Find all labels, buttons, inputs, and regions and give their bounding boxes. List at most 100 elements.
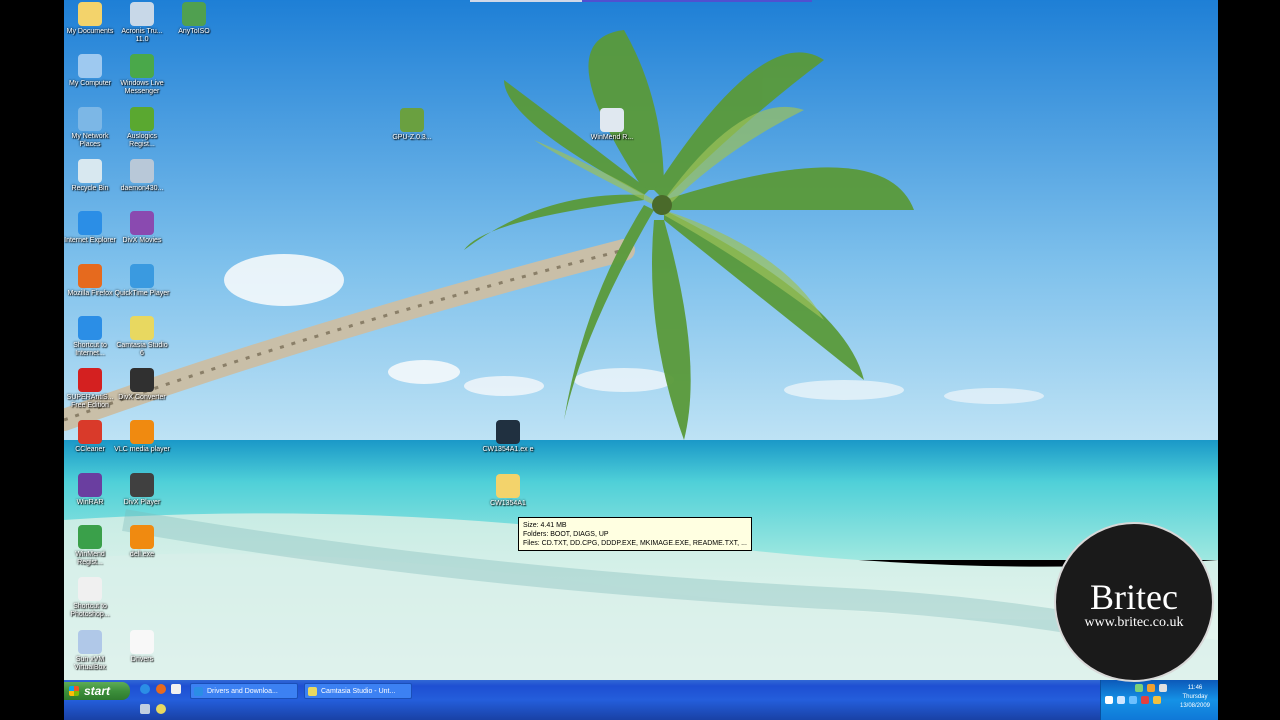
desktop-icon[interactable]: Windows Live Messenger [114, 54, 170, 96]
file-tooltip: Size: 4.41 MB Folders: BOOT, DIAGS, UP F… [518, 517, 752, 551]
clock[interactable]: 11:46 Thursday 13/08/2009 [1175, 684, 1215, 711]
desktop-icon-label: My Network Places [71, 132, 109, 148]
desktop-icon-label: WinMend R... [590, 134, 634, 141]
antivirus-tray-icon[interactable] [1147, 684, 1155, 692]
desktop-icon[interactable]: CCleaner [64, 420, 118, 454]
desktop-icon[interactable]: Shortcut to Photoshop... [64, 577, 118, 619]
desktop-icon-label: Internet Explorer [64, 237, 116, 245]
desktop-icon[interactable]: DivX Converter [114, 368, 170, 402]
desktop-icon-label: daemon430... [120, 184, 164, 192]
system-tray: 11:46 Thursday 13/08/2009 [1100, 680, 1218, 720]
clock-time: 11:46 [1187, 685, 1203, 691]
desktop-icon-label: GPU-Z.0.3... [392, 134, 432, 141]
windows-flag-icon [69, 686, 79, 696]
my-computer-icon [78, 54, 102, 79]
desktop-icon[interactable]: Camtasia Studio 6 [114, 315, 170, 358]
quick-launch-network-icon[interactable] [140, 704, 150, 714]
ie-task-icon [194, 687, 203, 696]
desktop-icon[interactable]: Shortcut to Internet... [64, 315, 118, 358]
divx-movies-icon [130, 211, 154, 236]
anytoiso-icon [182, 2, 206, 26]
quick-launch-ie-icon[interactable] [140, 684, 150, 694]
desktop-icon[interactable]: My Network Places [64, 106, 118, 149]
desktop-screen: Size: 4.41 MB Folders: BOOT, DIAGS, UP F… [64, 0, 1218, 720]
desktop-icon-label: AnyToISO [178, 28, 210, 35]
internet-shortcut-icon [78, 315, 102, 340]
desktop-icon[interactable]: Auslogics Regist... [114, 106, 170, 149]
desktop-icon-label: WinMend Regist... [75, 551, 105, 566]
desktop-icon[interactable]: Drivers [114, 629, 170, 664]
volume-tray-icon[interactable] [1159, 684, 1167, 692]
desktop-icon-label: Recycle Bin [71, 184, 109, 192]
desktop-icon[interactable]: Sun xVM VirtualBox [64, 629, 118, 672]
taskbar-button[interactable]: Camtasia Studio - Unt... [304, 683, 412, 699]
desktop-icon[interactable]: Internet Explorer [64, 211, 118, 245]
shield-tray-icon[interactable] [1153, 696, 1161, 704]
desktop-icon[interactable]: SUPERAntiS... Free Edition [64, 368, 118, 410]
desktop-icon-label: CCleaner [75, 446, 105, 454]
daemon-tools-icon [130, 158, 154, 183]
acronis-icon [130, 2, 154, 26]
desktop-icon[interactable]: WinMend Regist... [64, 525, 118, 567]
alert-tray-icon[interactable] [1141, 696, 1149, 704]
security-tray-icon[interactable] [1129, 696, 1137, 704]
ccleaner-icon [78, 420, 102, 445]
desktop-icon[interactable]: DivX Player [114, 472, 170, 507]
photoshop-shortcut-icon [78, 577, 102, 602]
desktop-icon[interactable]: WinRAR [64, 472, 118, 507]
winmend-icon [600, 108, 624, 132]
desktop-icon-label: QuickTime Player [114, 289, 170, 297]
watermark-url: www.britec.co.uk [1084, 615, 1184, 630]
network-tray-icon[interactable] [1117, 696, 1125, 704]
top-window-edge-active [582, 0, 812, 2]
tooltip-files: Files: CD.TXT, DD.CPG, DDDP.EXE, MKIMAGE… [523, 540, 747, 547]
superantispyware-icon [78, 368, 102, 393]
desktop-icon-label: My Computer [68, 80, 111, 88]
britec-watermark: Britec www.britec.co.uk [1054, 522, 1214, 682]
desktop-icon-label: SUPERAntiS... Free Edition [66, 394, 114, 410]
help-tray-icon[interactable] [1105, 696, 1113, 704]
update-tray-icon[interactable] [1135, 684, 1143, 692]
folder-icon [496, 474, 520, 498]
desktop-icon-label: DivX Converter [118, 394, 166, 402]
desktop-icon[interactable]: DivX Movies [114, 211, 170, 245]
virtualbox-icon [78, 629, 102, 654]
desktop-icon[interactable]: Acronis Tru... 11.0 [114, 2, 170, 44]
desktop-icon[interactable]: daemon430... [114, 158, 170, 193]
desktop-icon[interactable]: My Documents [64, 2, 118, 36]
messenger-icon [130, 54, 154, 79]
recycle-bin-icon [78, 158, 102, 183]
desktop-icon-label: My Documents [66, 28, 114, 35]
desktop-icon-label: CW1354A1.ex e [482, 446, 534, 453]
tooltip-size: Size: 4.41 MB [523, 522, 567, 529]
divx-player-icon [130, 472, 154, 497]
desktop-icon[interactable]: CW1354A1 [480, 474, 536, 508]
start-button[interactable]: start [64, 682, 130, 700]
desktop-icon[interactable]: Mozilla Firefox [64, 263, 118, 298]
taskbar-button[interactable]: Drivers and Downloa... [190, 683, 298, 699]
watermark-brand: Britec [1090, 577, 1178, 617]
desktop-icon-label: dell.exe [129, 551, 155, 558]
desktop-icon[interactable]: AnyToISO [166, 2, 222, 36]
desktop-icon-label: Windows Live Messenger [120, 80, 164, 96]
taskbar: start 11:46 Thursday 13/08/2009 Drivers … [64, 680, 1218, 720]
desktop-icon-label: Mozilla Firefox [67, 289, 113, 297]
quick-launch-settings-icon[interactable] [156, 704, 166, 714]
tooltip-folders: Folders: BOOT, DIAGS, UP [523, 531, 609, 538]
quick-launch-desktop-icon[interactable] [171, 684, 181, 694]
cw-exe-icon [496, 420, 520, 444]
desktop-icon[interactable]: Recycle Bin [64, 158, 118, 193]
desktop-icon[interactable]: dell.exe [114, 525, 170, 559]
text-file-icon [130, 629, 154, 654]
desktop-icon-label: Sun xVM VirtualBox [74, 655, 106, 671]
desktop-icon[interactable]: My Computer [64, 54, 118, 88]
vlc-icon [130, 420, 154, 445]
desktop-icon[interactable]: QuickTime Player [114, 263, 170, 298]
quick-launch-firefox-icon[interactable] [156, 684, 166, 694]
clock-day: Thursday [1182, 694, 1208, 700]
top-window-edge [470, 0, 582, 2]
desktop-icon[interactable]: VLC media player [114, 420, 170, 454]
desktop-icon[interactable]: WinMend R... [584, 108, 640, 142]
desktop-icon[interactable]: CW1354A1.ex e [480, 420, 536, 454]
desktop-icon[interactable]: GPU-Z.0.3... [384, 108, 440, 142]
